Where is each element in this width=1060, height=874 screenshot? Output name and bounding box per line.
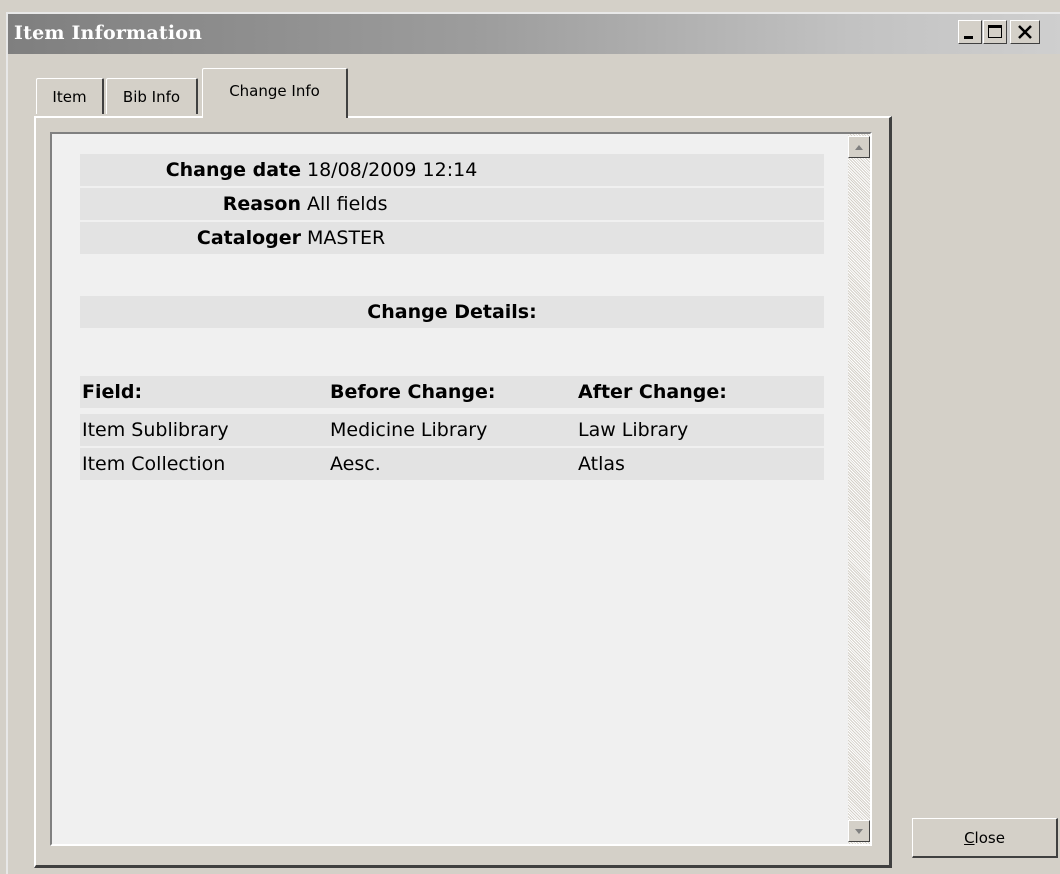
tab-item[interactable]: Item [36,78,104,114]
cell-before: Medicine Library [330,419,488,441]
table-row: Item Sublibrary Medicine Library Law Lib… [80,414,824,446]
tab-label: Change Info [229,82,320,100]
table-header: Field: Before Change: After Change: [80,376,824,408]
content-frame: Change date 18/08/2009 12:14 Reason All … [50,132,872,846]
arrow-up-icon [855,145,863,150]
cataloger-label: Cataloger [196,227,301,249]
reason-row: Reason All fields [80,188,824,220]
scroll-down-button[interactable] [848,820,870,842]
arrow-down-icon [855,829,863,834]
vertical-scrollbar[interactable] [848,134,870,844]
cell-field: Item Collection [82,453,226,475]
tab-label: Item [52,87,87,106]
close-accelerator: C [964,828,975,847]
change-details-heading: Change Details: [80,296,824,328]
cell-field: Item Sublibrary [82,419,229,441]
minimize-icon [964,36,973,39]
reason-value: All fields [307,193,388,215]
cell-after: Atlas [578,453,625,475]
reason-label: Reason [222,193,301,215]
tab-bib-info[interactable]: Bib Info [106,78,198,114]
cell-after: Law Library [578,419,689,441]
column-header-before: Before Change: [330,381,496,403]
cell-before: Aesc. [330,453,381,475]
column-header-field: Field: [82,381,143,403]
cataloger-value: MASTER [307,227,386,249]
close-window-button[interactable] [1010,20,1040,44]
tab-label: Bib Info [122,87,181,106]
maximize-icon [988,25,1002,38]
window-title: Item Information [14,22,203,44]
change-date-label: Change date [165,159,301,181]
tab-change-info[interactable]: Change Info [202,68,348,118]
change-date-value: 18/08/2009 12:14 [307,159,478,181]
close-label: lose [974,828,1005,847]
item-information-window: Item Information Item Bib Info Change In… [6,12,1060,874]
change-date-row: Change date 18/08/2009 12:14 [80,154,824,186]
close-button[interactable]: Close [912,818,1058,858]
scroll-up-button[interactable] [848,136,870,158]
table-row: Item Collection Aesc. Atlas [80,448,824,480]
change-info-panel: Change date 18/08/2009 12:14 Reason All … [34,116,892,868]
cataloger-row: Cataloger MASTER [80,222,824,254]
close-icon [1018,25,1032,39]
change-info-content: Change date 18/08/2009 12:14 Reason All … [52,134,848,844]
title-bar[interactable]: Item Information [8,14,1060,54]
minimize-button[interactable] [958,20,982,44]
column-header-after: After Change: [578,381,727,403]
maximize-button[interactable] [983,20,1007,44]
